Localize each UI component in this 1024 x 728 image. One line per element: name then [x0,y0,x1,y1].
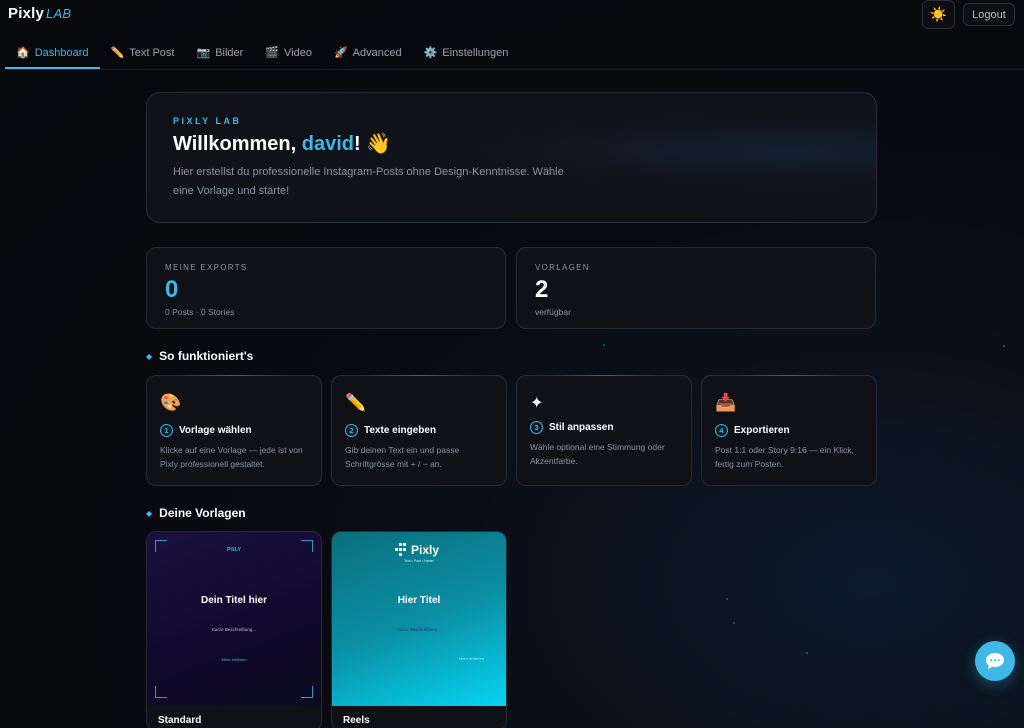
step-heading: 4 Exportieren [715,424,790,437]
step-description: Gib deinen Text ein und passe Schriftgrö… [345,445,460,469]
background-speck [1003,345,1005,347]
step-number-badge: 2 [345,424,358,437]
background-speck [806,652,808,654]
step-number-badge: 3 [530,421,543,434]
preview-title: Dein Titel hier [201,595,267,606]
user-name: david [301,133,354,155]
tab-einstellungen[interactable]: ⚙️ Einstellungen [413,36,520,69]
logout-button[interactable]: Logout [963,3,1015,26]
tab-label: Advanced [352,46,402,59]
clapperboard-icon: 🎬 [265,47,280,59]
banner-kicker: PIXLY LAB [173,116,242,126]
preview-title: Hier Titel [397,595,441,606]
greeting-text: Willkommen, [173,133,302,155]
diamond-icon: ◆ [146,508,153,518]
step-title: Stil anpassen [549,422,614,433]
stat-card-templates: VORLAGEN 2 verfügbar [516,247,876,329]
template-card-standard[interactable]: PIXLY Dein Titel hier Kurze Beschreibung… [146,531,322,728]
step-title: Vorlage wählen [179,425,252,436]
theme-toggle-button[interactable]: ☀️ [922,0,955,29]
step-description: Klicke auf eine Vorlage — jede ist von P… [160,445,303,469]
gear-icon: ⚙️ [423,47,438,59]
step-card-2: ✏️ 2 Texte eingeben Gib deinen Text ein … [331,375,507,486]
step-description: Wähle optional eine Stimmung oder Akzent… [530,442,665,466]
background-speck [733,622,735,624]
section-title: Deine Vorlagen [159,506,246,520]
background-speck [603,344,605,346]
template-preview: PIXLY Dein Titel hier Kurze Beschreibung… [147,532,321,706]
top-navigation: Pixly LAB ☀️ Logout 🏠 Dashboard ✏️ Text P… [0,0,1024,70]
logo-sub-text: LAB [46,6,72,21]
step-heading: 3 Stil anpassen [530,421,613,434]
diamond-icon: ◆ [146,351,153,361]
step-card-4: 📥 4 Exportieren Post 1:1 oder Story 9:16… [701,375,877,486]
tab-advanced[interactable]: 🚀 Advanced [323,36,413,69]
step-heading: 2 Texte eingeben [345,424,436,437]
chat-bubble-icon [986,653,1004,669]
step-number-badge: 1 [160,424,173,437]
welcome-description: Hier erstellst du professionelle Instagr… [173,166,564,197]
tab-text-post[interactable]: ✏️ Text Post [100,36,186,69]
palette-icon: 🎨 [160,393,182,412]
template-name: Standard [158,715,202,726]
welcome-heading: Willkommen, david! 👋 [173,131,391,156]
stat-value: 2 [535,276,549,303]
camera-icon: 📷 [196,47,211,59]
inbox-tray-icon: 📥 [715,393,737,412]
tab-label: Text Post [129,46,175,59]
step-heading: 1 Vorlage wählen [160,424,252,437]
tab-label: Dashboard [34,46,89,59]
tab-label: Video [284,46,312,59]
template-card-reels[interactable]: Pixly Text • Post • Faster Hier Titel Ku… [331,531,507,728]
section-heading-templates: ◆ Deine Vorlagen [146,506,246,520]
tab-video[interactable]: 🎬 Video [254,36,323,69]
greeting-end: ! 👋 [353,133,392,155]
stat-label: MEINE EXPORTS [165,263,248,272]
home-icon: 🏠 [16,47,30,59]
preview-logo-text: Pixly [411,543,440,557]
pixel-grid-icon [395,543,406,556]
step-card-1: 🎨 1 Vorlage wählen Klicke auf eine Vorla… [146,375,322,486]
chat-button[interactable] [975,641,1015,681]
preview-tagline: Text • Post • Faster [404,559,434,563]
sun-icon: ☀️ [929,6,948,22]
stat-label: VORLAGEN [535,263,590,272]
pencil-icon: ✏️ [110,47,125,59]
step-title: Exportieren [734,425,790,436]
template-name: Reels [343,715,370,726]
preview-link: Mehr erfahren [221,657,247,662]
pencil-icon: ✏️ [345,393,367,412]
preview-logo: Pixly [394,543,439,557]
tab-label: Bilder [215,46,244,59]
preview-subtitle: Kurze Beschreibung... [396,627,442,632]
main-tabs: 🏠 Dashboard ✏️ Text Post 📷 Bilder 🎬 Vide… [5,36,519,69]
step-number-badge: 4 [715,424,728,437]
step-card-3: ✦ 3 Stil anpassen Wähle optional eine St… [516,375,692,486]
template-preview: Pixly Text • Post • Faster Hier Titel Ku… [332,532,506,706]
background-speck [726,598,728,600]
preview-subtitle: Kurze Beschreibung... [211,627,257,632]
stat-value: 0 [165,276,179,303]
preview-link: Mehr erfahren [458,656,484,661]
stat-subtext: 0 Posts · 0 Stories [165,307,235,317]
step-description: Post 1:1 oder Story 9:16 — ein Klick, fe… [715,445,854,469]
logo-main-text: Pixly [8,5,45,22]
welcome-banner: PIXLY LAB Willkommen, david! 👋 Hier erst… [146,92,877,223]
app-logo[interactable]: Pixly LAB [8,5,71,22]
section-heading-how: ◆ So funktioniert's [146,349,253,363]
sparkle-icon: ✦ [530,395,544,412]
frame-corner [155,686,167,698]
frame-corner [301,686,313,698]
stat-card-exports: MEINE EXPORTS 0 0 Posts · 0 Stories [146,247,506,329]
section-title: So funktioniert's [159,349,254,363]
step-title: Texte eingeben [364,425,437,436]
preview-logo: PIXLY [227,547,241,553]
tab-bilder[interactable]: 📷 Bilder [185,36,254,69]
stat-subtext: verfügbar [535,307,571,317]
tab-dashboard[interactable]: 🏠 Dashboard [5,36,100,69]
tab-label: Einstellungen [442,46,509,59]
rocket-icon: 🚀 [333,47,348,59]
